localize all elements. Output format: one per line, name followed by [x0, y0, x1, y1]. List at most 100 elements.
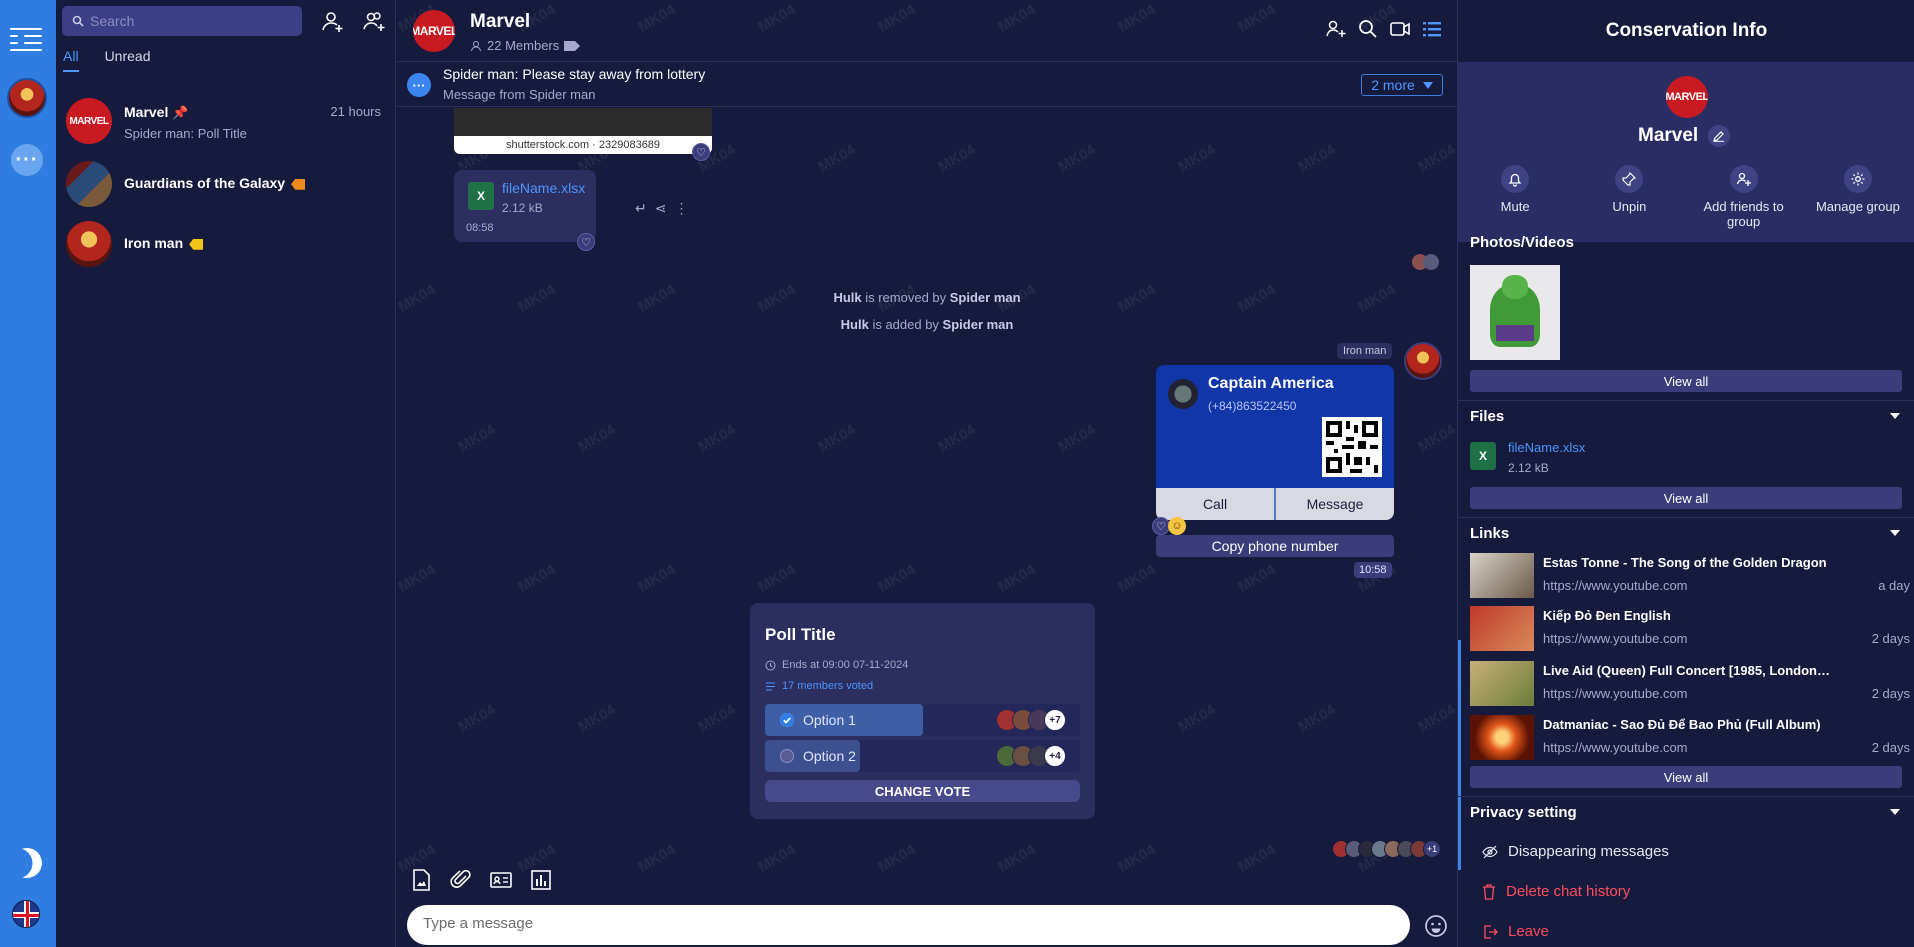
- poll-option-1[interactable]: Option 1 +7: [765, 704, 1080, 736]
- poll-voters[interactable]: +4: [996, 745, 1066, 767]
- watermark-text: MK04: [575, 701, 619, 736]
- more-options-icon[interactable]: ⋮: [674, 200, 688, 217]
- view-all-files-button[interactable]: View all: [1470, 487, 1902, 509]
- watermark-text: MK04: [1415, 701, 1457, 736]
- file-name-link[interactable]: fileName.xlsx: [502, 180, 585, 196]
- search-input[interactable]: [90, 13, 290, 29]
- emoji-reaction-icon[interactable]: ☺: [1168, 517, 1186, 535]
- unpin-button[interactable]: Unpin: [1579, 165, 1679, 229]
- video-call-icon[interactable]: [1389, 18, 1411, 40]
- link-title: Estas Tonne - The Song of the Golden Dra…: [1543, 555, 1827, 570]
- watermark-text: MK04: [815, 141, 859, 176]
- read-receipts[interactable]: +1: [1332, 840, 1441, 858]
- message-actions: ↵ ⋖ ⋮: [635, 200, 688, 217]
- delete-history-button[interactable]: Delete chat history: [1482, 883, 1630, 900]
- poll-chart-icon[interactable]: [529, 868, 553, 892]
- disappearing-messages-button[interactable]: Disappearing messages: [1482, 843, 1669, 860]
- tab-unread[interactable]: Unread: [105, 48, 151, 72]
- add-group-icon[interactable]: [362, 9, 388, 35]
- image-file-icon[interactable]: [409, 868, 433, 892]
- conversation-item-guardians[interactable]: Guardians of the Galaxy: [66, 159, 391, 211]
- search-icon[interactable]: [1357, 18, 1379, 40]
- link-thumbnail: [1470, 661, 1534, 706]
- watermark-text: MK04: [995, 561, 1039, 596]
- change-vote-button[interactable]: CHANGE VOTE: [765, 780, 1080, 802]
- poll-option-2[interactable]: Option 2 +4: [765, 740, 1080, 772]
- view-all-links-button[interactable]: View all: [1470, 766, 1902, 788]
- watermark-text: MK04: [1115, 841, 1159, 876]
- copy-phone-button[interactable]: Copy phone number: [1156, 535, 1394, 557]
- chat-avatar[interactable]: MARVEL: [413, 10, 455, 52]
- watermark-text: MK04: [695, 701, 739, 736]
- label-icon[interactable]: [564, 40, 581, 51]
- pin-icon: 📌: [172, 105, 189, 120]
- edit-icon[interactable]: [1708, 125, 1731, 147]
- search-box[interactable]: [62, 6, 302, 36]
- photos-section-title: Photos/Videos: [1470, 234, 1574, 251]
- link-item[interactable]: Kiếp Đỏ Đen English https://www.youtube.…: [1470, 606, 1910, 654]
- checkbox-checked-icon[interactable]: [780, 713, 794, 727]
- uk-flag-icon[interactable]: [12, 900, 40, 928]
- members-count[interactable]: 22 Members: [470, 38, 581, 53]
- poll-voters[interactable]: +7: [996, 709, 1066, 731]
- chevron-down-icon[interactable]: [1890, 809, 1900, 815]
- poll-voters-link[interactable]: 17 members voted: [765, 680, 873, 692]
- user-avatar[interactable]: [7, 78, 47, 118]
- message-button[interactable]: Message: [1276, 488, 1394, 520]
- contact-card[interactable]: Captain America (+84)863522450 Call Mess…: [1156, 365, 1394, 520]
- heart-reaction-icon[interactable]: ♡: [692, 143, 710, 161]
- share-icon[interactable]: ⋖: [655, 200, 667, 217]
- link-item[interactable]: Datmaniac - Sao Đủ Để Bao Phủ (Full Albu…: [1470, 715, 1910, 763]
- scrollbar[interactable]: [1458, 640, 1461, 870]
- add-group-icon[interactable]: [1325, 18, 1347, 40]
- watermark-text: MK04: [635, 841, 679, 876]
- call-button[interactable]: Call: [1156, 488, 1276, 520]
- sender-avatar[interactable]: [1404, 342, 1442, 380]
- add-friends-button[interactable]: Add friends to group: [1694, 165, 1794, 229]
- watermark-text: MK04: [875, 841, 919, 876]
- contact-card-icon[interactable]: [489, 868, 513, 892]
- file-message[interactable]: X fileName.xlsx 2.12 kB 08:58: [454, 170, 596, 242]
- attach-icon[interactable]: [449, 868, 473, 892]
- mute-button[interactable]: Mute: [1465, 165, 1565, 229]
- conversation-item-iron-man[interactable]: Iron man: [66, 219, 391, 271]
- checkbox-unchecked-icon[interactable]: [780, 749, 794, 763]
- emoji-icon[interactable]: [1423, 913, 1449, 939]
- group-avatar[interactable]: MARVEL: [1666, 76, 1708, 118]
- more-pinned-button[interactable]: 2 more: [1361, 74, 1443, 96]
- chevron-down-icon[interactable]: [1890, 530, 1900, 536]
- conversation-item-marvel[interactable]: MARVEL Marvel 📌 Spider man: Poll Title 21…: [66, 96, 391, 148]
- file-size: 2.12 kB: [1508, 461, 1549, 475]
- chat-bubble-icon[interactable]: ···: [11, 144, 43, 176]
- watermark-text: MK04: [1295, 141, 1339, 176]
- message-composer[interactable]: [407, 905, 1410, 945]
- image-caption: shutterstock.com · 2329083689: [454, 136, 712, 154]
- search-icon: [72, 15, 84, 27]
- excel-file-icon: X: [1470, 442, 1496, 470]
- tab-all[interactable]: All: [63, 48, 79, 72]
- link-item[interactable]: Live Aid (Queen) Full Concert [1985, Lon…: [1470, 661, 1910, 709]
- chevron-down-icon[interactable]: [1890, 413, 1900, 419]
- guardians-avatar: [66, 161, 112, 207]
- link-item[interactable]: Estas Tonne - The Song of the Golden Dra…: [1470, 553, 1910, 601]
- message-bubble-icon: ···: [407, 73, 431, 97]
- message-input[interactable]: [423, 915, 1383, 932]
- file-name-link[interactable]: fileName.xlsx: [1508, 440, 1585, 455]
- manage-group-button[interactable]: Manage group: [1808, 165, 1908, 229]
- menu-icon[interactable]: [10, 26, 42, 52]
- watermark-text: MK04: [1055, 421, 1099, 456]
- image-message[interactable]: shutterstock.com · 2329083689: [454, 108, 712, 154]
- info-list-icon[interactable]: [1421, 18, 1443, 40]
- heart-reaction-icon[interactable]: ♡: [577, 233, 595, 251]
- photo-thumbnail[interactable]: [1470, 265, 1560, 360]
- marvel-avatar: MARVEL: [66, 98, 112, 144]
- leave-group-button[interactable]: Leave: [1482, 923, 1549, 940]
- pinned-message-bar[interactable]: ··· Spider man: Please stay away from lo…: [397, 63, 1457, 107]
- view-all-photos-button[interactable]: View all: [1470, 370, 1902, 392]
- sender-name: Iron man: [1337, 343, 1393, 359]
- excel-file-icon: X: [468, 182, 494, 210]
- moon-icon[interactable]: [8, 844, 46, 882]
- add-friend-icon[interactable]: [320, 9, 346, 35]
- reply-icon[interactable]: ↵: [635, 200, 647, 217]
- system-message: Hulk is removed by Spider man: [833, 290, 1021, 305]
